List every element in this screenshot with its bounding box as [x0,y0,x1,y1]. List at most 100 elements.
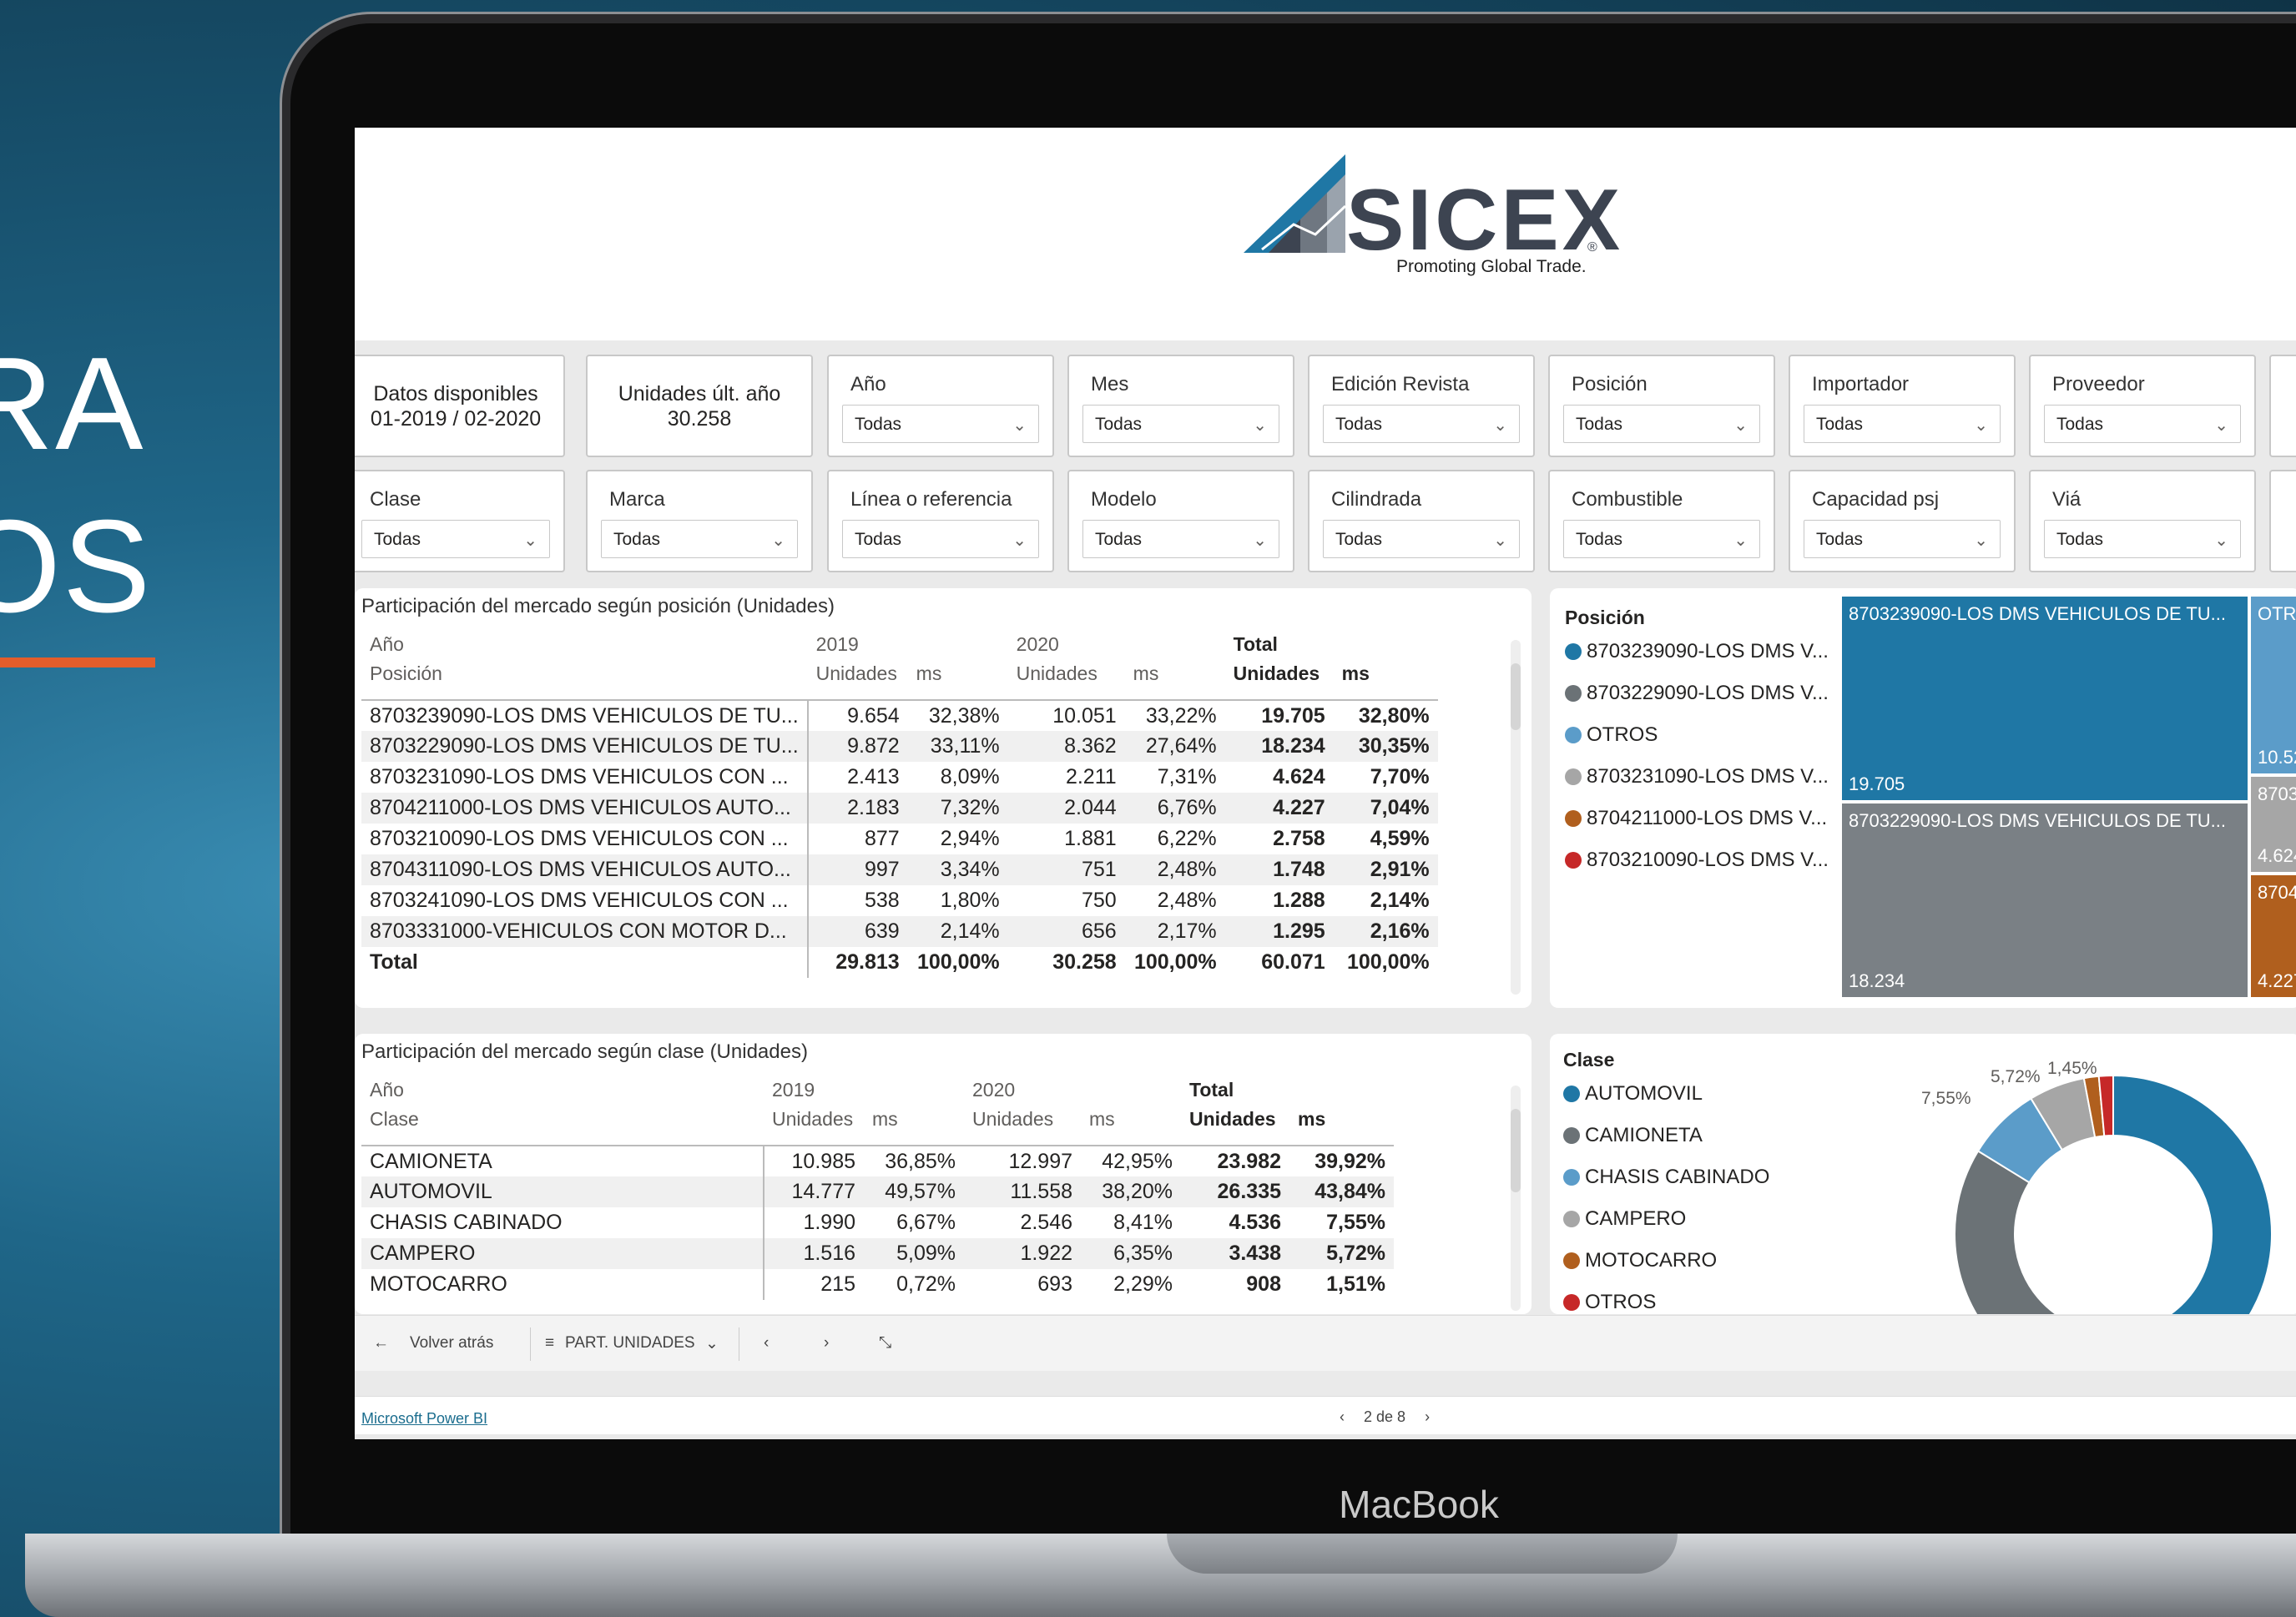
treemap-tile[interactable]: 87044.227 [2251,875,2296,997]
slicer-cilindrada: Cilindrada Todas ⌄ [1308,470,1535,572]
slicer-dropdown[interactable]: Todas ⌄ [361,520,550,558]
logo-wordmark: SICEX [1346,172,1624,269]
col-header: ms [872,1108,898,1130]
treemap-tile[interactable]: OTRO10.52 [2251,597,2296,773]
slicer-dropdown[interactable]: Todas ⌄ [1804,405,2001,443]
col-header: Unidades [1233,662,1320,684]
dropdown-value: Todas [1335,415,1383,434]
kpi-datos-disponibles: Datos disponibles 01-2019 / 02-2020 [355,355,565,457]
back-arrow-icon[interactable]: ← [373,1334,389,1353]
chevron-down-icon: ⌄ [1733,416,1748,435]
slicer-dropdown[interactable]: Todas ⌄ [1082,520,1279,558]
table-row[interactable]: 8703231090-LOS DMS VEHICULOS CON ... 2.4… [361,762,1438,793]
pager: ‹ 2 de 8 › [1340,1408,1430,1426]
legend-item[interactable]: OTROS [1565,723,1658,747]
slicer-dropdown[interactable]: Todas ⌄ [1804,520,2001,558]
laptop-base [25,1534,2296,1617]
page-menu-button[interactable]: PART. UNIDADES [565,1334,695,1353]
sicex-logo-icon [1244,154,1347,253]
prev-page-icon[interactable]: ‹ [1340,1408,1345,1425]
slicer-clase: Clase Todas ⌄ [355,470,565,572]
dropdown-value: Todas [1095,415,1143,434]
treemap-tile[interactable]: 87034.624 [2251,777,2296,872]
legend-item[interactable]: 8703210090-LOS DMS V... [1565,849,1829,872]
page-menu-icon[interactable]: ≡ [545,1334,554,1353]
slicer-dropdown[interactable]: Todas ⌄ [1082,405,1279,443]
collapse-icon[interactable]: ⤡ [879,1334,891,1353]
scrollbar-thumb[interactable] [1511,663,1521,730]
chevron-down-icon: ⌄ [771,531,785,550]
table-row[interactable]: 8703331000-VEHICULOS CON MOTOR D... 639 … [361,916,1438,947]
table-row[interactable]: CHASIS CABINADO 1.990 6,67% 2.546 8,41% … [361,1207,1394,1238]
next-page-icon[interactable]: › [824,1334,829,1353]
slicer-via: Viá Todas ⌄ [2029,470,2256,572]
legend-item[interactable]: 8703229090-LOS DMS V... [1565,682,1829,705]
dropdown-value: Todas [1095,530,1143,549]
donut-data-label: 7,55% [1921,1089,1971,1108]
donut-slice-camioneta[interactable] [1954,1150,2173,1314]
dropdown-value: Todas [1816,530,1864,549]
laptop-notch [1167,1534,1678,1574]
donut-slice-automovil[interactable] [2112,1074,2273,1314]
chevron-down-icon: ⌄ [1012,531,1027,550]
kpi-value: 30.258 [667,407,732,431]
dropdown-value: Todas [374,530,421,549]
col-header: 2020 [1016,633,1059,655]
slicer-label: Edición Revista [1331,373,1470,395]
kpi-label: Datos disponibles [373,382,538,406]
slicer-dropdown[interactable]: Todas ⌄ [842,520,1039,558]
hero-text-line1: RA [0,330,145,477]
slicer-dropdown[interactable]: Todas ⌄ [2044,405,2241,443]
slicer-dropdown[interactable]: Todas ⌄ [1563,405,1760,443]
chevron-down-icon[interactable]: ⌄ [705,1334,719,1353]
col-header: Unidades [1189,1108,1276,1130]
powerbi-link[interactable]: Microsoft Power BI [361,1410,487,1428]
legend-item[interactable]: 8704211000-LOS DMS V... [1565,807,1827,830]
legend-item[interactable]: 8703239090-LOS DMS V... [1565,640,1829,663]
next-page-icon[interactable]: › [1425,1408,1430,1425]
chevron-down-icon: ⌄ [1974,416,1988,435]
slicer-dropdown[interactable]: Todas ⌄ [842,405,1039,443]
col-header: Total [1233,633,1278,655]
page-indicator: 2 de 8 [1364,1408,1406,1425]
table-row[interactable]: CAMIONETA 10.985 36,85% 12.997 42,95% 23… [361,1146,1394,1176]
slicer-dropdown[interactable]: Todas ⌄ [1563,520,1760,558]
slicer-dropdown[interactable]: Todas ⌄ [2044,520,2241,558]
dropdown-value: Todas [1816,415,1864,434]
legend-dot-icon [1565,810,1582,827]
slicer-mes: Mes Todas ⌄ [1067,355,1294,457]
back-button[interactable]: Volver atrás [410,1334,493,1353]
table-row[interactable]: CAMPERO 1.516 5,09% 1.922 6,35% 3.438 5,… [361,1238,1394,1269]
matrix-table-posicion: Año 2019 2020 Total Posición Unidades ms… [361,630,1438,978]
table-row[interactable]: 8703239090-LOS DMS VEHICULOS DE TU... 9.… [361,700,1438,731]
dropdown-value: Todas [613,530,661,549]
legend-item[interactable]: 8703231090-LOS DMS V... [1565,765,1829,788]
table-row[interactable]: 8703241090-LOS DMS VEHICULOS CON ... 538… [361,885,1438,916]
table-row[interactable]: 8703210090-LOS DMS VEHICULOS CON ... 877… [361,824,1438,854]
table-row[interactable]: 8704311090-LOS DMS VEHICULOS AUTO... 997… [361,854,1438,885]
table-row[interactable]: MOTOCARRO 215 0,72% 693 2,29% 908 1,51% [361,1269,1394,1300]
table-row[interactable]: 8704211000-LOS DMS VEHICULOS AUTO... 2.1… [361,793,1438,824]
treemap-tile[interactable]: 8703229090-LOS DMS VEHICULOS DE TU... 18.… [1842,803,2248,997]
slicer-dropdown[interactable]: Todas ⌄ [1323,520,1520,558]
table-title: Participación del mercado según posición… [361,595,835,617]
scrollbar-thumb[interactable] [1511,1109,1521,1192]
slicer-label: Modelo [1091,488,1157,511]
treemap-tile[interactable]: 8703239090-LOS DMS VEHICULOS DE TU... 19.… [1842,597,2248,800]
table-title: Participación del mercado según clase (U… [361,1040,808,1063]
legend-dot-icon [1565,768,1582,785]
chevron-down-icon: ⌄ [1733,531,1748,550]
col-header: 2019 [815,633,859,655]
chevron-down-icon: ⌄ [1253,416,1267,435]
chevron-down-icon: ⌄ [523,531,537,550]
prev-page-icon[interactable]: ‹ [764,1334,769,1353]
col-header: ms [1341,662,1370,684]
table-row[interactable]: AUTOMOVIL 14.777 49,57% 11.558 38,20% 26… [361,1176,1394,1207]
legend-dot-icon [1565,643,1582,660]
slicer-dropdown[interactable]: Todas ⌄ [601,520,798,558]
kpi-value: 01-2019 / 02-2020 [370,407,542,431]
matrix-table-clase: Año 2019 2020 Total Clase Unidades ms Un… [361,1075,1394,1300]
table-row[interactable]: 8703229090-LOS DMS VEHICULOS DE TU... 9.… [361,731,1438,762]
dropdown-value: Todas [2056,530,2104,549]
slicer-dropdown[interactable]: Todas ⌄ [1323,405,1520,443]
